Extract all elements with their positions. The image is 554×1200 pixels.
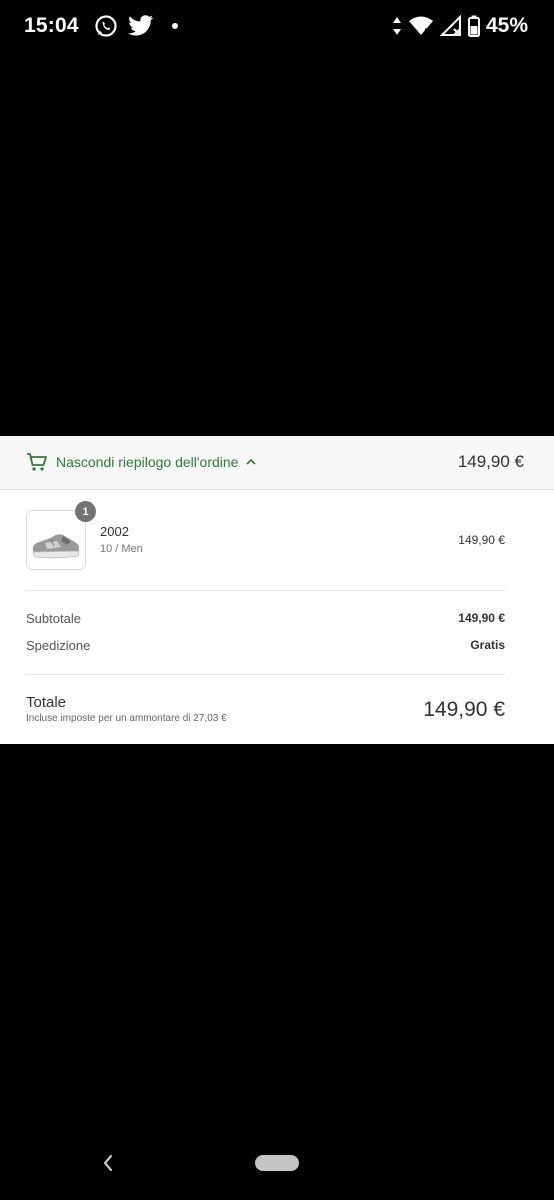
notification-dot <box>172 23 178 29</box>
divider <box>26 590 505 591</box>
product-name: 2002 <box>100 524 129 539</box>
order-summary-toggle[interactable]: Nascondi riepilogo dell'ordine <box>26 452 257 472</box>
signal-icon <box>439 15 461 36</box>
total-value: 149,90 € <box>423 698 505 721</box>
sneaker-image <box>32 534 80 559</box>
subtotal-value: 149,90 € <box>458 611 505 625</box>
whatsapp-icon <box>95 15 117 37</box>
battery-percent: 45% <box>485 14 528 37</box>
divider <box>26 674 505 675</box>
notification-icons <box>94 14 178 38</box>
cart-icon <box>27 453 47 471</box>
system-icons: 5 45% <box>392 14 528 38</box>
home-pill[interactable] <box>255 1155 299 1171</box>
wifi-icon: 5 <box>408 16 433 37</box>
twitter-icon <box>128 15 154 36</box>
status-time: 15:04 <box>24 14 79 37</box>
battery-icon <box>467 15 480 37</box>
quantity-badge: 1 <box>75 501 96 522</box>
shipping-label: Spedizione <box>26 638 91 653</box>
header-total-price: 149,90 € <box>457 452 524 471</box>
total-label: Totale <box>26 694 67 711</box>
product-variant: 10 / Men <box>100 543 143 555</box>
order-summary-toggle-label: Nascondi riepilogo dell'ordine <box>56 454 239 470</box>
chevron-up-icon <box>246 458 257 465</box>
order-summary-header: Nascondi riepilogo dell'ordine 149,90 € <box>0 436 554 490</box>
subtotal-line: Subtotale 149,90 € <box>26 611 505 629</box>
back-icon[interactable] <box>98 1150 118 1176</box>
product-price: 149,90 € <box>458 533 505 547</box>
subtotal-label: Subtotale <box>26 611 81 626</box>
status-bar: 15:04 5 45% <box>0 0 554 56</box>
svg-text:5: 5 <box>424 28 430 37</box>
product-line-item: 1 2002 10 / Men 149,90 € <box>26 501 505 570</box>
shipping-value: Gratis <box>470 638 505 652</box>
tax-note: Incluse imposte per un ammontare di 27,0… <box>26 713 227 724</box>
shipping-line: Spedizione Gratis <box>26 638 505 656</box>
data-arrows-icon <box>392 17 401 35</box>
order-summary: Nascondi riepilogo dell'ordine 149,90 € … <box>0 436 554 744</box>
product-thumbnail: 1 <box>26 501 96 570</box>
